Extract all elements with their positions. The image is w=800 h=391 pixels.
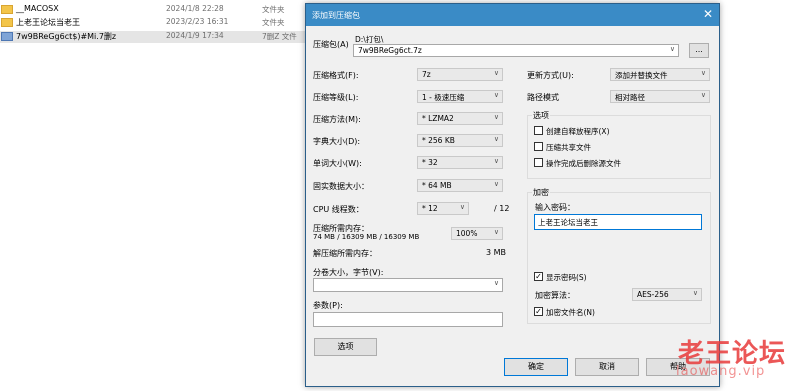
chevron-down-icon: ∨ <box>459 203 465 211</box>
chevron-down-icon: ∨ <box>493 113 499 121</box>
format-value: 7z <box>422 70 431 79</box>
browse-button[interactable]: ... <box>689 43 709 58</box>
mem-percent-select[interactable]: 100% ∨ <box>451 227 503 240</box>
chevron-down-icon: ∨ <box>493 228 499 236</box>
mem-decompress-value: 3 MB <box>486 248 507 257</box>
params-label: 参数(P): <box>313 301 343 310</box>
update-select[interactable]: 添加并替换文件 ∨ <box>610 68 710 81</box>
cpu-select[interactable]: * 12 ∨ <box>417 202 469 215</box>
dict-value: * 256 KB <box>422 136 455 145</box>
chevron-down-icon: ∨ <box>493 157 499 165</box>
file-row[interactable]: 上老王论坛当老王 2023/2/23 16:31 文件夹 <box>0 17 305 29</box>
cancel-button[interactable]: 取消 <box>575 358 639 376</box>
level-value: 1 - 极速压缩 <box>422 93 465 102</box>
file-date: 2024/1/9 17:34 <box>166 31 224 40</box>
volume-label: 分卷大小，字节(V): <box>313 268 384 277</box>
shared-files-checkbox[interactable] <box>534 142 543 151</box>
chevron-down-icon: ∨ <box>669 45 675 53</box>
file-name: 7w9BReGg6ct$)#Mi.7删z <box>16 32 117 41</box>
enc-method-value: AES-256 <box>637 290 669 299</box>
chevron-down-icon: ∨ <box>700 91 706 99</box>
format-label: 压缩格式(F): <box>313 71 359 80</box>
update-value: 添加并替换文件 <box>615 71 668 80</box>
password-value: 上老王论坛当老王 <box>538 218 598 227</box>
enc-method-select[interactable]: AES-256 ∨ <box>632 288 702 301</box>
chevron-down-icon: ∨ <box>692 289 698 297</box>
file-row[interactable]: __MACOSX 2024/1/8 22:28 文件夹 <box>0 4 305 16</box>
sfx-checkbox[interactable] <box>534 126 543 135</box>
mem-decompress-label: 解压缩所需内存： <box>313 249 377 258</box>
solid-value: * 64 MB <box>422 181 452 190</box>
params-input[interactable] <box>313 312 503 327</box>
level-label: 压缩等级(L): <box>313 93 359 102</box>
method-label: 压缩方法(M): <box>313 115 361 124</box>
folder-icon <box>1 18 13 27</box>
dialog-titlebar[interactable]: 添加到压缩包 ✕ <box>306 4 719 26</box>
archive-label: 压缩包(A) <box>313 40 349 49</box>
pathmode-value: 相对路径 <box>615 93 645 102</box>
archive-name-combo[interactable]: 7w9BReGg6ct.7z ∨ <box>353 44 679 57</box>
volume-combo[interactable]: ∨ <box>313 278 503 292</box>
solid-select[interactable]: * 64 MB ∨ <box>417 179 503 192</box>
cpu-total: / 12 <box>494 204 510 213</box>
word-select[interactable]: * 32 ∨ <box>417 156 503 169</box>
show-password-checkbox[interactable]: ✓ <box>534 272 543 281</box>
enc-method-label: 加密算法： <box>535 291 575 300</box>
solid-label: 固实数据大小： <box>313 182 369 191</box>
dialog-title: 添加到压缩包 <box>312 11 360 20</box>
file-type: 7删Z 文件 <box>262 32 297 41</box>
update-label: 更新方式(U): <box>527 71 574 80</box>
add-to-archive-dialog: 添加到压缩包 ✕ 压缩包(A) D:\打包\ 7w9BReGg6ct.7z ∨ … <box>305 3 720 387</box>
dict-label: 字典大小(D): <box>313 137 361 146</box>
chevron-down-icon: ∨ <box>493 69 499 77</box>
mem-compress-detail: 74 MB / 16309 MB / 16309 MB <box>313 233 420 241</box>
watermark-url: laowang.vip <box>676 364 766 379</box>
file-type: 文件夹 <box>262 18 285 27</box>
file-date: 2024/1/8 22:28 <box>166 4 224 13</box>
cpu-value: * 12 <box>422 204 438 213</box>
chevron-down-icon: ∨ <box>493 279 499 287</box>
file-date: 2023/2/23 16:31 <box>166 17 229 26</box>
archive-icon <box>1 32 13 41</box>
password-input[interactable]: 上老王论坛当老王 <box>534 214 702 230</box>
chevron-down-icon: ∨ <box>493 135 499 143</box>
options-group-title: 选项 <box>532 110 550 121</box>
file-type: 文件夹 <box>262 5 285 14</box>
cpu-label: CPU 线程数： <box>313 205 364 214</box>
delete-after-checkbox[interactable] <box>534 158 543 167</box>
word-label: 单词大小(W): <box>313 159 362 168</box>
file-row[interactable]: 7w9BReGg6ct$)#Mi.7删z 2024/1/9 17:34 7删Z … <box>0 31 305 43</box>
method-select[interactable]: * LZMA2 ∨ <box>417 112 503 125</box>
chevron-down-icon: ∨ <box>493 180 499 188</box>
sfx-label: 创建自释放程序(X) <box>546 127 610 136</box>
close-icon[interactable]: ✕ <box>703 7 713 21</box>
shared-files-label: 压缩共享文件 <box>546 143 591 152</box>
chevron-down-icon: ∨ <box>700 69 706 77</box>
encrypt-names-checkbox[interactable]: ✓ <box>534 307 543 316</box>
pathmode-select[interactable]: 相对路径 ∨ <box>610 90 710 103</box>
show-password-label: 显示密码(S) <box>546 273 587 282</box>
archive-name-value: 7w9BReGg6ct.7z <box>358 46 422 55</box>
pathmode-label: 路径模式 <box>527 93 559 102</box>
word-value: * 32 <box>422 158 438 167</box>
password-label: 输入密码： <box>535 203 575 212</box>
mem-percent-value: 100% <box>456 229 478 238</box>
chevron-down-icon: ∨ <box>493 91 499 99</box>
ok-button[interactable]: 确定 <box>504 358 568 376</box>
options-button[interactable]: 选项 <box>314 338 377 356</box>
format-select[interactable]: 7z ∨ <box>417 68 503 81</box>
encrypt-names-label: 加密文件名(N) <box>546 308 595 317</box>
level-select[interactable]: 1 - 极速压缩 ∨ <box>417 90 503 103</box>
delete-after-label: 操作完成后删除源文件 <box>546 159 621 168</box>
folder-icon <box>1 5 13 14</box>
method-value: * LZMA2 <box>422 114 454 123</box>
file-name: 上老王论坛当老王 <box>16 18 80 27</box>
encryption-group-title: 加密 <box>532 187 550 198</box>
file-name: __MACOSX <box>16 4 59 13</box>
dict-select[interactable]: * 256 KB ∨ <box>417 134 503 147</box>
